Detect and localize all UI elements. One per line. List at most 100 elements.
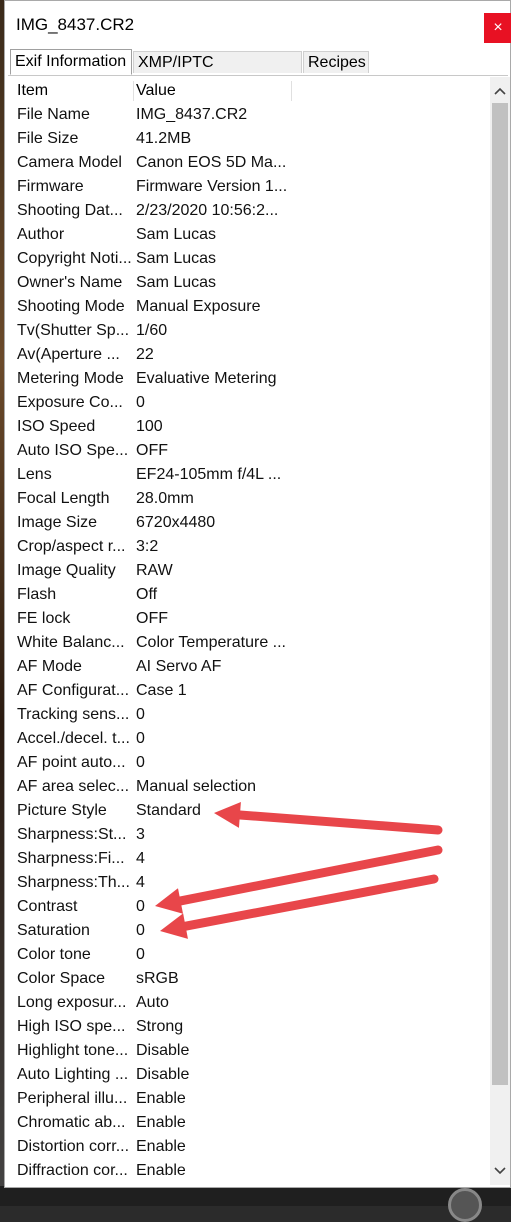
- table-row[interactable]: White Balanc... Color Temperature ...: [8, 631, 490, 655]
- tab-xmp-iptc-information[interactable]: XMP/IPTC Information: [133, 51, 302, 93]
- column-header-item[interactable]: Item: [17, 79, 48, 103]
- table-row[interactable]: Chromatic ab... Enable: [8, 1111, 490, 1135]
- row-item-value: 22: [136, 346, 154, 363]
- tab-exif-information[interactable]: Exif Information: [10, 49, 132, 75]
- row-item-value: sRGB: [136, 970, 179, 987]
- table-row[interactable]: Crop/aspect r... 3:2: [8, 535, 490, 559]
- table-row[interactable]: Exposure Co... 0: [8, 391, 490, 415]
- row-item-value: 0: [136, 730, 145, 747]
- table-row[interactable]: Color tone 0: [8, 943, 490, 967]
- row-item-label: ISO Speed: [17, 418, 96, 435]
- table-row[interactable]: AF Configurat... Case 1: [8, 679, 490, 703]
- row-item-value: Enable: [136, 1090, 186, 1107]
- row-item-value: Sam Lucas: [136, 226, 217, 243]
- row-item-value: Canon EOS 5D Ma...: [136, 154, 287, 171]
- row-item-label: Owner's Name: [17, 274, 123, 291]
- table-row[interactable]: FE lock OFF: [8, 607, 490, 631]
- table-row[interactable]: High ISO spe... Strong: [8, 1015, 490, 1039]
- table-row[interactable]: Shooting Dat... 2/23/2020 10:56:2...: [8, 199, 490, 223]
- row-item-label: Flash: [17, 586, 57, 603]
- background-knob: [448, 1188, 482, 1222]
- table-row[interactable]: Highlight tone... Disable: [8, 1039, 490, 1063]
- table-row[interactable]: File Name IMG_8437.CR2: [8, 103, 490, 127]
- exif-info-window: IMG_8437.CR2 × Exif Information XMP/IPTC…: [4, 0, 511, 1188]
- table-row[interactable]: Owner's Name Sam Lucas: [8, 271, 490, 295]
- vertical-scrollbar[interactable]: [490, 77, 510, 1185]
- row-item-label: Auto ISO Spe...: [17, 442, 129, 459]
- table-row[interactable]: Copyright Noti... Sam Lucas: [8, 247, 490, 271]
- exif-table: Item Value File Name IMG_8437.CR2 File Siz…: [8, 77, 490, 1185]
- table-row[interactable]: Long exposur... Auto: [8, 991, 490, 1015]
- table-row[interactable]: Flash Off: [8, 583, 490, 607]
- row-item-label: Auto Lighting ...: [17, 1066, 129, 1083]
- row-item-label: White Balanc...: [17, 634, 125, 651]
- row-item-label: Saturation: [17, 922, 90, 939]
- table-row[interactable]: Tv(Shutter Sp... 1/60: [8, 319, 490, 343]
- column-divider[interactable]: [133, 81, 134, 101]
- row-item-label: Tv(Shutter Sp...: [17, 322, 130, 339]
- table-row[interactable]: Lens EF24-105mm f/4L ...: [8, 463, 490, 487]
- table-row[interactable]: Metering Mode Evaluative Metering: [8, 367, 490, 391]
- row-item-label: Accel./decel. t...: [17, 730, 130, 747]
- row-item-value: Sam Lucas: [136, 274, 217, 291]
- table-row[interactable]: AF point auto... 0: [8, 751, 490, 775]
- table-row[interactable]: Sharpness:St... 3: [8, 823, 490, 847]
- table-row[interactable]: Author Sam Lucas: [8, 223, 490, 247]
- row-item-value: Auto: [136, 994, 169, 1011]
- scrollbar-thumb[interactable]: [492, 103, 508, 1085]
- table-row[interactable]: File Size 41.2MB: [8, 127, 490, 151]
- row-item-label: File Name: [17, 106, 90, 123]
- table-row[interactable]: Diffraction cor... Enable: [8, 1159, 490, 1183]
- row-item-label: Peripheral illu...: [17, 1090, 128, 1107]
- row-item-label: AF area selec...: [17, 778, 130, 795]
- table-row[interactable]: Auto ISO Spe... OFF: [8, 439, 490, 463]
- table-row[interactable]: AF area selec... Manual selection: [8, 775, 490, 799]
- row-item-value: 3: [136, 826, 145, 843]
- column-header-value[interactable]: Value: [136, 79, 176, 103]
- table-row[interactable]: Image Quality RAW: [8, 559, 490, 583]
- row-item-label: FE lock: [17, 610, 71, 627]
- row-item-label: Copyright Noti...: [17, 250, 132, 267]
- table-row[interactable]: Shooting Mode Manual Exposure: [8, 295, 490, 319]
- table-row[interactable]: Saturation 0: [8, 919, 490, 943]
- table-row[interactable]: Distortion corr... Enable: [8, 1135, 490, 1159]
- table-row[interactable]: Color Space sRGB: [8, 967, 490, 991]
- row-item-label: Chromatic ab...: [17, 1114, 126, 1131]
- table-row[interactable]: AF Mode AI Servo AF: [8, 655, 490, 679]
- table-row[interactable]: Sharpness:Fi... 4: [8, 847, 490, 871]
- chevron-up-icon[interactable]: [490, 79, 510, 101]
- row-item-value: 6720x4480: [136, 514, 216, 531]
- table-row[interactable]: Av(Aperture ... 22: [8, 343, 490, 367]
- close-button[interactable]: ×: [484, 13, 511, 43]
- row-item-value: Disable: [136, 1042, 190, 1059]
- chevron-down-icon[interactable]: [490, 1159, 510, 1181]
- row-item-label: Color Space: [17, 970, 106, 987]
- row-item-label: Sharpness:Th...: [17, 874, 130, 891]
- row-item-value: 0: [136, 898, 145, 915]
- table-row[interactable]: Tracking sens... 0: [8, 703, 490, 727]
- table-row[interactable]: Camera Model Canon EOS 5D Ma...: [8, 151, 490, 175]
- table-row[interactable]: Sharpness:Th... 4: [8, 871, 490, 895]
- row-item-label: Image Quality: [17, 562, 116, 579]
- row-item-value: 4: [136, 850, 145, 867]
- column-divider[interactable]: [291, 81, 292, 101]
- row-item-label: Color tone: [17, 946, 91, 963]
- table-row[interactable]: Picture Style Standard: [8, 799, 490, 823]
- row-item-value: Manual selection: [136, 778, 257, 795]
- tab-recipes[interactable]: Recipes: [303, 51, 369, 73]
- title-bar[interactable]: IMG_8437.CR2 ×: [5, 1, 511, 45]
- table-row[interactable]: Auto Lighting ... Disable: [8, 1063, 490, 1087]
- table-row[interactable]: ISO Speed 100: [8, 415, 490, 439]
- row-item-label: Camera Model: [17, 154, 122, 171]
- table-row[interactable]: Firmware Firmware Version 1...: [8, 175, 490, 199]
- table-row[interactable]: Peripheral illu... Enable: [8, 1087, 490, 1111]
- row-item-label: Author: [17, 226, 65, 243]
- table-row[interactable]: Focal Length 28.0mm: [8, 487, 490, 511]
- table-row[interactable]: Image Size 6720x4480: [8, 511, 490, 535]
- table-row[interactable]: Accel./decel. t... 0: [8, 727, 490, 751]
- table-row[interactable]: Contrast 0: [8, 895, 490, 919]
- row-item-value: RAW: [136, 562, 173, 579]
- row-item-label: Long exposur...: [17, 994, 127, 1011]
- row-item-label: Highlight tone...: [17, 1042, 129, 1059]
- row-item-value: Disable: [136, 1066, 190, 1083]
